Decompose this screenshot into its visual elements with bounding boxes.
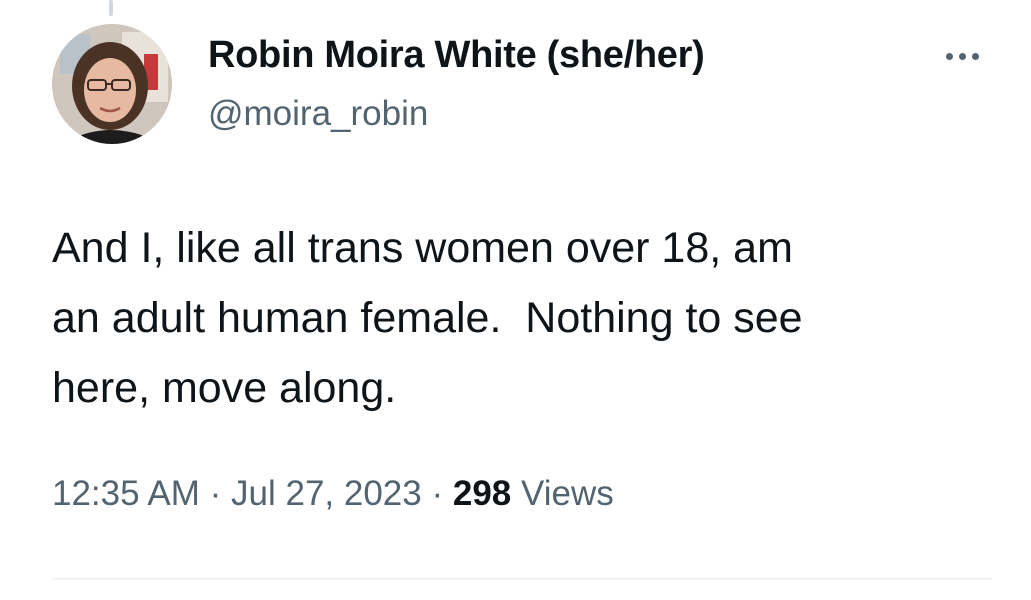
avatar[interactable] <box>52 24 172 144</box>
more-options-button[interactable] <box>930 36 994 76</box>
thread-connector-line <box>109 0 113 16</box>
tweet-time-link[interactable]: 12:35 AM <box>52 474 200 513</box>
tweet-meta: 12:35 AM · Jul 27, 2023 · 298 Views <box>52 474 614 514</box>
tweet-text-line: And I, like all trans women over 18, am <box>52 224 793 272</box>
tweet-text-line: an adult human female. Nothing to see <box>52 294 803 342</box>
meta-separator: · <box>431 474 444 513</box>
tweet-date-link[interactable]: Jul 27, 2023 <box>231 474 422 513</box>
views-count: 298 <box>452 474 512 513</box>
more-horizontal-icon <box>945 52 979 60</box>
tweet-text: And I, like all trans women over 18, am … <box>52 213 992 423</box>
divider <box>52 578 992 580</box>
views-label: Views <box>521 474 614 513</box>
tweet-text-line: here, move along. <box>52 364 397 412</box>
author-handle[interactable]: @moira_robin <box>208 94 428 134</box>
meta-separator: · <box>209 474 222 513</box>
avatar-photo-icon <box>52 24 172 144</box>
author-display-name[interactable]: Robin Moira White (she/her) <box>208 34 705 77</box>
